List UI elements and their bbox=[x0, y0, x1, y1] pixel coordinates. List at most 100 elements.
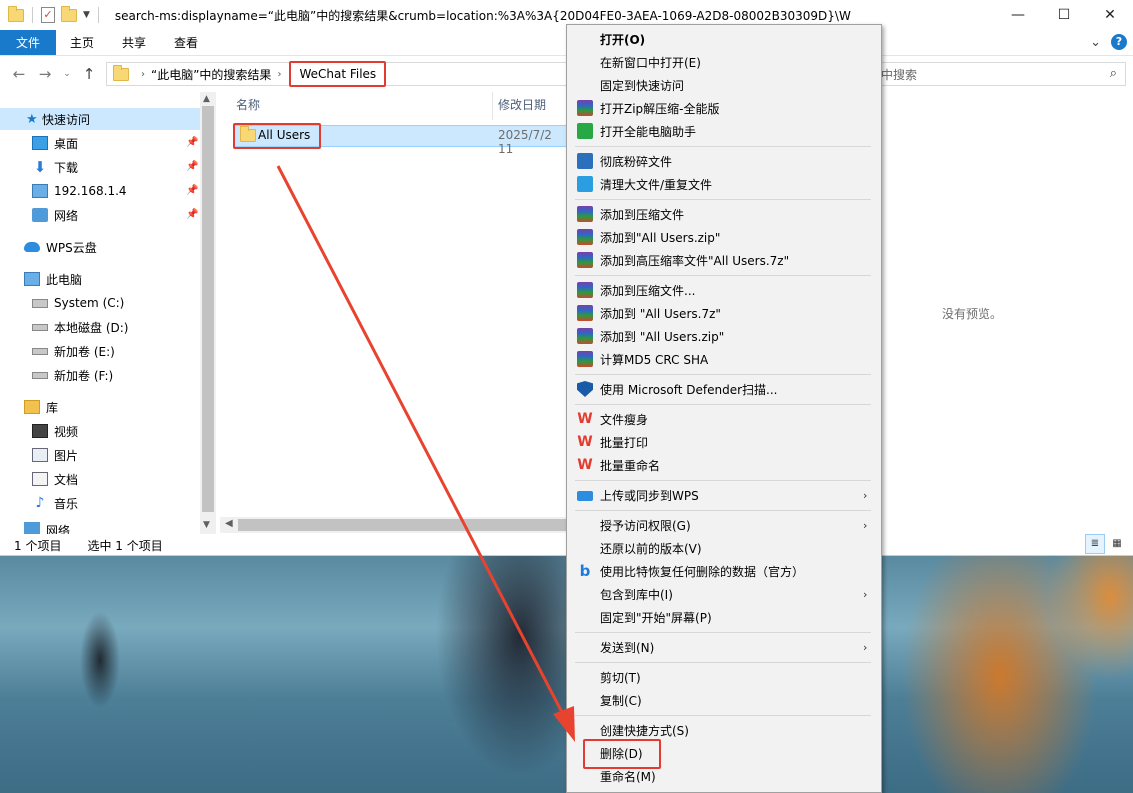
menu-item-add-to-7z-high[interactable]: 添加到高压缩率文件"All Users.7z" bbox=[567, 249, 881, 272]
menu-item-open[interactable]: 打开(O) bbox=[567, 28, 881, 51]
column-divider[interactable] bbox=[492, 92, 493, 120]
drive-icon bbox=[32, 371, 48, 379]
tab-home[interactable]: 主页 bbox=[56, 30, 108, 55]
sidebar-item-drive-e[interactable]: 新加卷 (E:) bbox=[32, 340, 115, 362]
menu-item-send-to[interactable]: 发送到(N) › bbox=[567, 636, 881, 659]
menu-item-upload-wps[interactable]: 上传或同步到WPS › bbox=[567, 484, 881, 507]
submenu-arrow-icon: › bbox=[863, 641, 868, 654]
new-folder-icon[interactable] bbox=[61, 5, 77, 22]
assistant-icon bbox=[577, 123, 593, 139]
menu-item-open-new-window[interactable]: 在新窗口中打开(E) bbox=[567, 51, 881, 74]
picture-icon bbox=[32, 448, 48, 462]
menu-item-open-zip[interactable]: 打开Zip解压缩-全能版 bbox=[567, 97, 881, 120]
sidebar-item-network-cut[interactable]: 网络 bbox=[24, 522, 70, 534]
menu-item-shred[interactable]: 彻底粉碎文件 bbox=[567, 150, 881, 173]
menu-item-include-library[interactable]: 包含到库中(I) › bbox=[567, 583, 881, 606]
sidebar-item-pictures[interactable]: 图片 bbox=[32, 444, 78, 466]
menu-item-grant-access[interactable]: 授予访问权限(G) › bbox=[567, 514, 881, 537]
sidebar-item-music[interactable]: ♪ 音乐 bbox=[32, 492, 78, 514]
menu-separator bbox=[575, 404, 871, 405]
tab-file[interactable]: 文件 bbox=[0, 30, 57, 55]
large-icons-view-icon[interactable]: ▦ bbox=[1107, 534, 1127, 554]
sidebar-item-network-share[interactable]: 192.168.1.4 bbox=[32, 180, 127, 202]
file-list-scrollbar[interactable]: ◀ bbox=[220, 517, 568, 533]
scrollbar-thumb[interactable] bbox=[238, 519, 568, 531]
scroll-down-icon[interactable]: ▼ bbox=[203, 520, 210, 530]
selected-count: 选中 1 个项目 bbox=[87, 538, 163, 553]
details-view-icon[interactable]: ≣ bbox=[1085, 534, 1105, 554]
system-drive-icon bbox=[32, 298, 48, 308]
music-icon: ♪ bbox=[35, 495, 45, 511]
sidebar-item-network[interactable]: 网络 bbox=[32, 204, 78, 226]
sidebar-item-downloads[interactable]: ⬇ 下载 bbox=[32, 156, 78, 178]
menu-item-add-to-7z[interactable]: 添加到 "All Users.7z" bbox=[567, 302, 881, 325]
search-input[interactable]: 中搜索 ⌕ bbox=[866, 62, 1126, 86]
sidebar-item-label: 网络 bbox=[46, 524, 71, 534]
sidebar-item-quick-access[interactable]: ★ 快速访问 bbox=[0, 108, 200, 130]
wallpaper-figure bbox=[60, 600, 140, 730]
search-icon[interactable]: ⌕ bbox=[1110, 66, 1117, 81]
menu-item-pin-quick-access[interactable]: 固定到快速访问 bbox=[567, 74, 881, 97]
menu-item-add-to-archive-dialog[interactable]: 添加到压缩文件... bbox=[567, 279, 881, 302]
back-arrow-icon[interactable]: ← bbox=[8, 65, 30, 83]
minimize-button[interactable]: — bbox=[995, 0, 1041, 30]
sidebar-item-documents[interactable]: 文档 bbox=[32, 468, 78, 490]
help-icon[interactable]: ? bbox=[1111, 34, 1127, 50]
pin-icon[interactable]: 📌 bbox=[186, 161, 198, 172]
breadcrumb-wechat-files[interactable]: WeChat Files bbox=[289, 61, 387, 87]
menu-item-add-to-archive[interactable]: 添加到压缩文件 bbox=[567, 203, 881, 226]
column-header-name[interactable]: 名称 bbox=[236, 96, 260, 113]
menu-item-defender-scan[interactable]: 使用 Microsoft Defender扫描... bbox=[567, 378, 881, 401]
maximize-button[interactable]: ☐ bbox=[1041, 0, 1087, 30]
scroll-left-icon[interactable]: ◀ bbox=[225, 518, 233, 529]
menu-item-pc-assistant[interactable]: 打开全能电脑助手 bbox=[567, 120, 881, 143]
sidebar-item-label: WPS云盘 bbox=[46, 240, 97, 255]
breadcrumb-search-results[interactable]: “此电脑”中的搜索结果 bbox=[151, 66, 271, 83]
menu-item-cut[interactable]: 剪切(T) bbox=[567, 666, 881, 689]
tab-share[interactable]: 共享 bbox=[108, 30, 160, 55]
pin-icon[interactable]: 📌 bbox=[186, 137, 198, 148]
forward-arrow-icon[interactable]: → bbox=[34, 65, 56, 83]
pin-icon[interactable]: 📌 bbox=[186, 209, 198, 220]
sidebar-item-this-pc[interactable]: 此电脑 bbox=[24, 268, 82, 290]
menu-item-checksum[interactable]: 计算MD5 CRC SHA bbox=[567, 348, 881, 371]
menu-item-bitrecover[interactable]: b 使用比特恢复任何删除的数据（官方） bbox=[567, 560, 881, 583]
menu-item-copy[interactable]: 复制(C) bbox=[567, 689, 881, 712]
sidebar-scrollbar[interactable]: ▲ ▼ bbox=[200, 92, 216, 534]
location-folder-icon bbox=[113, 64, 129, 81]
monitor-icon bbox=[32, 184, 48, 198]
ribbon-collapse-icon[interactable]: ⌄ bbox=[1090, 35, 1101, 50]
search-placeholder: 中搜索 bbox=[881, 67, 918, 82]
properties-icon[interactable]: ✓ bbox=[41, 7, 55, 23]
scrollbar-thumb[interactable] bbox=[202, 106, 214, 512]
column-header-date[interactable]: 修改日期 bbox=[498, 96, 546, 113]
close-button[interactable]: ✕ bbox=[1087, 0, 1133, 30]
menu-item-restore-versions[interactable]: 还原以前的版本(V) bbox=[567, 537, 881, 560]
sidebar-item-drive-d[interactable]: 本地磁盘 (D:) bbox=[32, 316, 128, 338]
scroll-up-icon[interactable]: ▲ bbox=[203, 94, 210, 104]
bitrecover-icon: b bbox=[579, 562, 591, 580]
cloud-icon bbox=[577, 491, 593, 501]
folder-icon[interactable] bbox=[8, 5, 24, 22]
network-icon bbox=[24, 522, 40, 534]
sidebar-item-drive-c[interactable]: System (C:) bbox=[32, 292, 124, 314]
menu-item-add-to-zip[interactable]: 添加到"All Users.zip" bbox=[567, 226, 881, 249]
sidebar-item-library[interactable]: 库 bbox=[24, 396, 58, 418]
menu-item-slim-file[interactable]: W 文件瘦身 bbox=[567, 408, 881, 431]
recent-locations-icon[interactable]: ⌄ bbox=[60, 69, 74, 79]
zip-icon bbox=[577, 328, 593, 344]
up-arrow-icon[interactable]: ↑ bbox=[78, 65, 100, 83]
sidebar-item-drive-f[interactable]: 新加卷 (F:) bbox=[32, 364, 113, 386]
menu-item-pin-start[interactable]: 固定到"开始"屏幕(P) bbox=[567, 606, 881, 629]
menu-item-add-to-zip-2[interactable]: 添加到 "All Users.zip" bbox=[567, 325, 881, 348]
menu-item-batch-print[interactable]: W 批量打印 bbox=[567, 431, 881, 454]
customize-toolbar-icon[interactable]: ▼ bbox=[83, 10, 90, 20]
pin-icon[interactable]: 📌 bbox=[186, 185, 198, 196]
menu-item-batch-rename[interactable]: W 批量重命名 bbox=[567, 454, 881, 477]
sidebar-item-videos[interactable]: 视频 bbox=[32, 420, 78, 442]
tab-view[interactable]: 查看 bbox=[160, 30, 212, 55]
menu-item-clean-large-files[interactable]: 清理大文件/重复文件 bbox=[567, 173, 881, 196]
sidebar-item-wps-cloud[interactable]: WPS云盘 bbox=[24, 236, 97, 258]
sidebar-item-label: 本地磁盘 (D:) bbox=[54, 320, 129, 335]
sidebar-item-desktop[interactable]: 桌面 bbox=[32, 132, 78, 154]
